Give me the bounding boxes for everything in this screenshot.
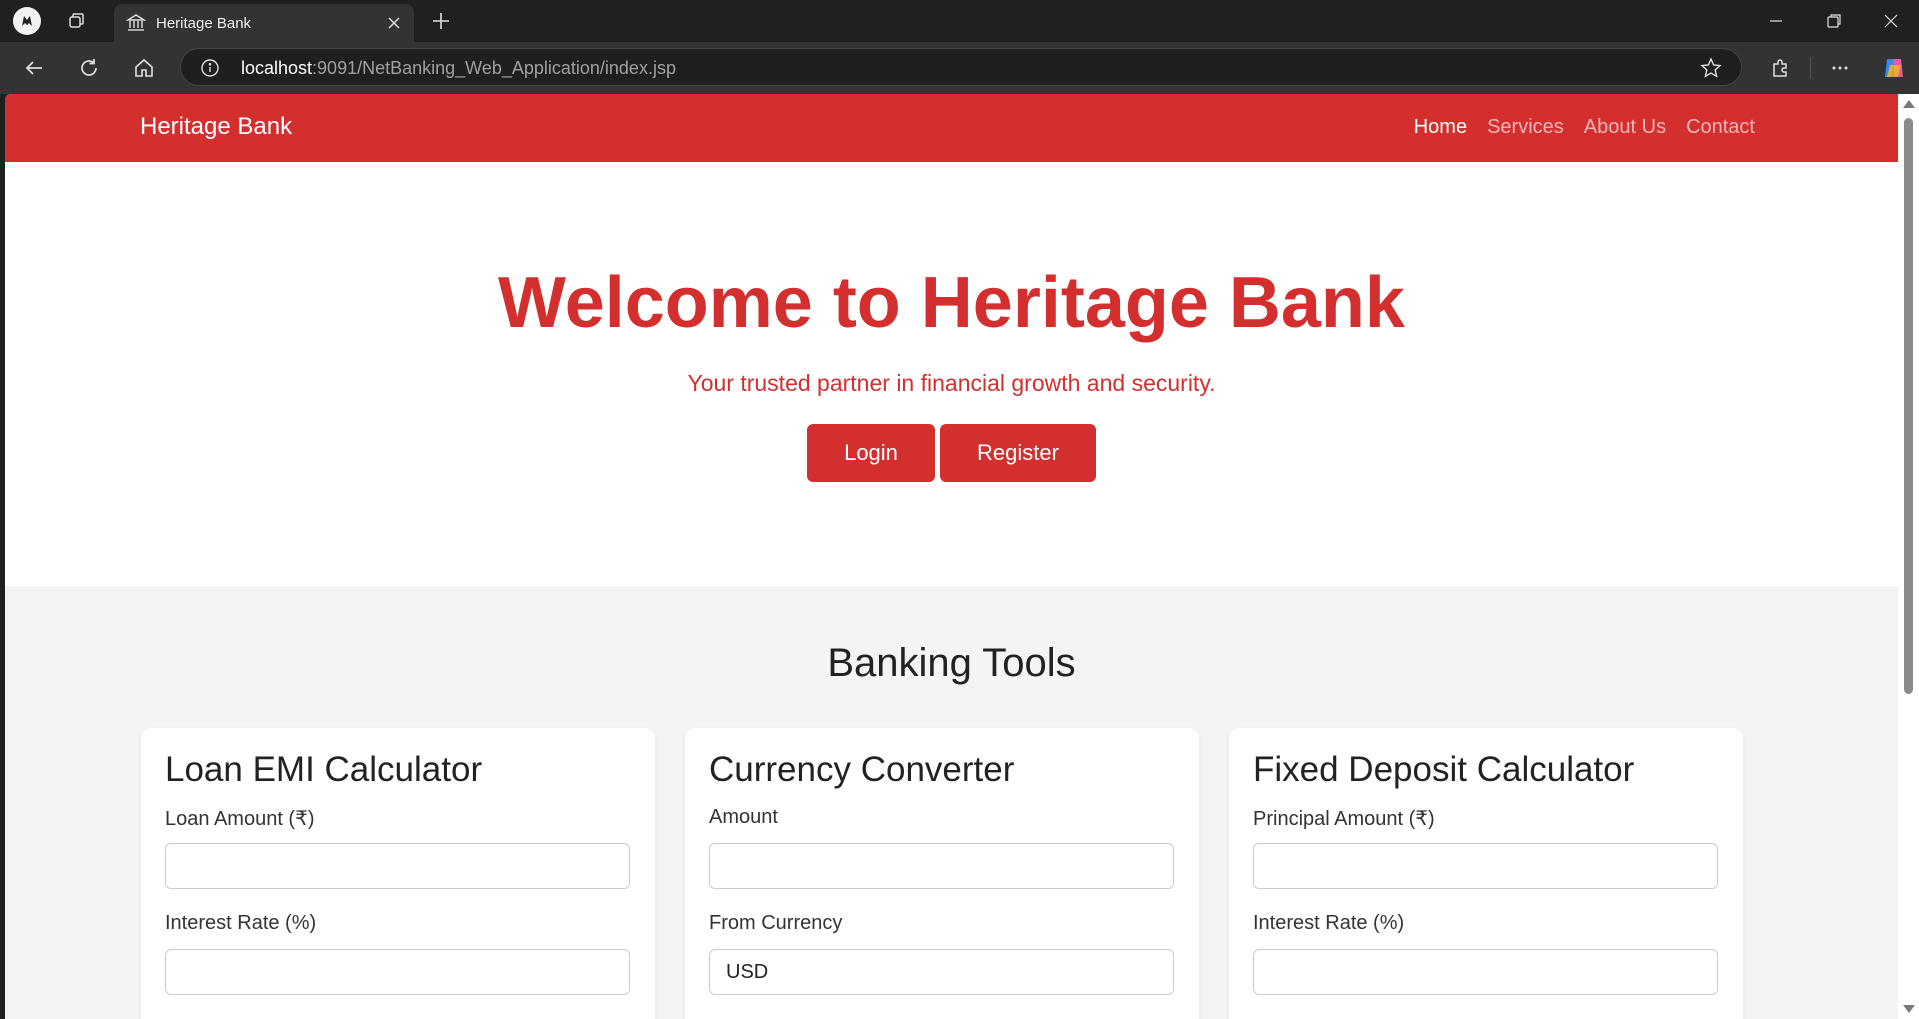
principal-amount-label: Principal Amount (₹) — [1253, 808, 1435, 830]
page-viewport: Heritage Bank Home Services About Us Con… — [5, 94, 1898, 1019]
hero-subtitle: Your trusted partner in financial growth… — [687, 370, 1216, 396]
toolbar-separator — [1810, 57, 1811, 79]
nav-link-contact[interactable]: Contact — [1686, 116, 1755, 139]
banking-tools-title: Banking Tools — [827, 641, 1076, 685]
fd-interest-rate-label: Interest Rate (%) — [1253, 912, 1405, 934]
page-scrollbar[interactable] — [1898, 94, 1919, 1019]
home-icon[interactable] — [128, 52, 160, 84]
site-brand[interactable]: Heritage Bank — [140, 113, 292, 141]
from-currency-select[interactable]: USD — [709, 949, 1174, 995]
nav-link-home[interactable]: Home — [1414, 116, 1467, 139]
url-path: :9091/NetBanking_Web_Application/index.j… — [312, 58, 676, 78]
fd-interest-rate-input[interactable] — [1253, 949, 1718, 995]
url-text[interactable]: localhost:9091/NetBanking_Web_Applicatio… — [241, 58, 676, 79]
copilot-icon[interactable] — [1878, 52, 1910, 84]
bank-favicon-icon — [126, 13, 146, 33]
login-button[interactable]: Login — [807, 424, 935, 482]
card-title: Fixed Deposit Calculator — [1253, 750, 1635, 789]
browser-titlebar: Heritage Bank — [0, 0, 1919, 42]
principal-amount-input[interactable] — [1253, 843, 1718, 889]
loan-amount-label: Loan Amount (₹) — [165, 808, 315, 830]
from-currency-label: From Currency — [709, 912, 843, 934]
hero-title: Welcome to Heritage Bank — [498, 263, 1405, 343]
card-title: Currency Converter — [709, 750, 1015, 789]
scroll-down-arrow-icon[interactable] — [1903, 1005, 1915, 1013]
fixed-deposit-card: Fixed Deposit Calculator Principal Amoun… — [1229, 728, 1743, 1019]
amount-input[interactable] — [709, 843, 1174, 889]
workspaces-icon[interactable] — [62, 6, 92, 36]
site-info-icon[interactable] — [199, 57, 221, 79]
new-tab-icon[interactable] — [428, 8, 454, 34]
nav-link-services[interactable]: Services — [1487, 116, 1564, 139]
hero-section: Welcome to Heritage Bank Your trusted pa… — [5, 162, 1898, 586]
refresh-icon[interactable] — [73, 52, 105, 84]
profile-button[interactable] — [12, 6, 42, 36]
nav-link-about-us[interactable]: About Us — [1584, 116, 1666, 139]
loan-interest-rate-label: Interest Rate (%) — [165, 912, 317, 934]
card-title: Loan EMI Calculator — [165, 750, 483, 789]
back-icon[interactable] — [18, 52, 50, 84]
scroll-up-arrow-icon[interactable] — [1903, 100, 1915, 108]
browser-toolbar: localhost:9091/NetBanking_Web_Applicatio… — [0, 42, 1919, 94]
address-bar[interactable]: localhost:9091/NetBanking_Web_Applicatio… — [180, 48, 1742, 86]
register-button[interactable]: Register — [940, 424, 1096, 482]
extensions-icon[interactable] — [1764, 52, 1796, 84]
loan-emi-card: Loan EMI Calculator Loan Amount (₹) Inte… — [141, 728, 655, 1019]
tab-close-icon[interactable] — [384, 13, 404, 33]
close-window-icon[interactable] — [1871, 8, 1911, 34]
minimize-icon[interactable] — [1756, 8, 1796, 34]
favorite-star-icon[interactable] — [1699, 56, 1723, 80]
restore-icon[interactable] — [1814, 8, 1854, 34]
scroll-thumb[interactable] — [1904, 118, 1913, 694]
currency-converter-card: Currency Converter Amount From Currency … — [685, 728, 1199, 1019]
browser-tab-active[interactable]: Heritage Bank — [114, 4, 414, 42]
profile-avatar-icon — [13, 7, 41, 35]
more-options-icon[interactable] — [1824, 52, 1856, 84]
tab-title: Heritage Bank — [156, 14, 252, 32]
amount-label: Amount — [709, 806, 778, 828]
site-navbar: Heritage Bank Home Services About Us Con… — [5, 94, 1898, 162]
loan-amount-input[interactable] — [165, 843, 630, 889]
hero-buttons: Login Register — [5, 424, 1898, 482]
url-host: localhost — [241, 58, 313, 78]
banking-tools-section: Banking Tools Loan EMI Calculator Loan A… — [5, 586, 1898, 1019]
loan-interest-rate-input[interactable] — [165, 949, 630, 995]
site-nav-links: Home Services About Us Contact — [1414, 116, 1755, 139]
